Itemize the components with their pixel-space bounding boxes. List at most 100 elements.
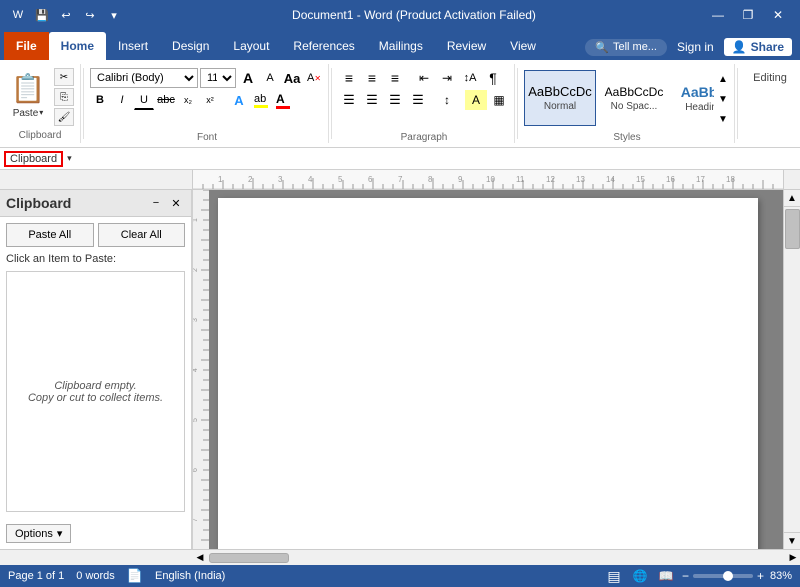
styles-expand[interactable]: ▼ [716, 110, 730, 128]
font-shrink-button[interactable]: A [260, 68, 280, 88]
scroll-right-button[interactable]: ▶ [786, 551, 800, 565]
print-layout-button[interactable]: ▤ [604, 567, 624, 585]
highlight-color-button[interactable]: ab [251, 90, 271, 110]
scroll-thumb[interactable] [785, 209, 800, 249]
cut-button[interactable]: ✂ [54, 68, 74, 86]
document-page[interactable] [218, 198, 758, 549]
font-grow-button[interactable]: A [238, 68, 258, 88]
paste-dropdown-arrow[interactable]: ▾ [39, 108, 43, 117]
borders-button[interactable]: ▦ [488, 90, 510, 110]
superscript-button[interactable]: x² [200, 90, 220, 110]
close-button[interactable]: ✕ [764, 1, 792, 29]
save-button[interactable]: 💾 [32, 5, 52, 25]
svg-text:1: 1 [193, 218, 199, 222]
word-count: 0 words [76, 570, 115, 582]
clipboard-ribbon-group: 📋 Paste ▾ ✂ ⎘ 🖌 Clipboard [0, 64, 81, 143]
sort-button[interactable]: ↕A [459, 68, 481, 88]
zoom-plus-icon[interactable]: + [757, 569, 764, 583]
minimize-button[interactable]: — [704, 1, 732, 29]
customize-quick-access[interactable]: ▾ [104, 5, 124, 25]
tab-file[interactable]: File [4, 32, 49, 60]
numbering-button[interactable]: ≡ [361, 68, 383, 88]
svg-text:7: 7 [398, 175, 403, 184]
strikethrough-button[interactable]: abc [156, 90, 176, 110]
main-area: Clipboard − ✕ Paste All Clear All Click … [0, 190, 800, 549]
bullets-button[interactable]: ≡ [338, 68, 360, 88]
language-info[interactable]: English (India) [155, 570, 225, 582]
undo-button[interactable]: ↩ [56, 5, 76, 25]
justify-button[interactable]: ☰ [407, 90, 429, 110]
align-left-button[interactable]: ☰ [338, 90, 360, 110]
clear-all-button[interactable]: Clear All [98, 223, 186, 247]
clipboard-sub-buttons: ✂ ⎘ 🖌 [54, 68, 74, 126]
style-no-space[interactable]: AaBbCcDc No Spac... [598, 70, 670, 126]
svg-text:1: 1 [218, 175, 223, 184]
shading-button[interactable]: A [465, 90, 487, 110]
panel-pin-button[interactable]: − [147, 194, 165, 212]
tab-view[interactable]: View [498, 32, 548, 60]
subscript-button[interactable]: x₂ [178, 90, 198, 110]
style-normal[interactable]: AaBbCcDc Normal [524, 70, 596, 126]
tab-home[interactable]: Home [49, 32, 106, 60]
svg-text:12: 12 [546, 175, 555, 184]
share-button[interactable]: 👤 Share [724, 38, 792, 56]
scroll-up-button[interactable]: ▲ [784, 190, 800, 207]
panel-title: Clipboard [6, 195, 71, 211]
show-formatting-button[interactable]: ¶ [482, 68, 504, 88]
clipboard-expand-icon[interactable]: ▾ [67, 153, 72, 164]
zoom-slider[interactable]: − + [682, 569, 764, 583]
tab-mailings[interactable]: Mailings [367, 32, 435, 60]
ribbon-right-controls: 🔍 Tell me... Sign in 👤 Share [585, 38, 800, 60]
zoom-minus-icon[interactable]: − [682, 569, 689, 583]
font-name-select[interactable]: Calibri (Body) [90, 68, 198, 88]
clear-formatting-button[interactable]: A✕ [304, 68, 324, 88]
web-layout-button[interactable]: 🌐 [630, 567, 650, 585]
document-canvas[interactable]: 1 2 3 4 5 6 7 [193, 190, 783, 549]
center-button[interactable]: ☰ [361, 90, 383, 110]
scroll-left-button[interactable]: ◀ [193, 551, 207, 565]
clipboard-section-label[interactable]: Clipboard [4, 151, 63, 167]
scroll-track[interactable] [784, 207, 800, 532]
styles-scroll-up[interactable]: ▲ [716, 70, 730, 88]
tab-design[interactable]: Design [160, 32, 221, 60]
paste-all-button[interactable]: Paste All [6, 223, 94, 247]
style-heading1[interactable]: AaBbCc Heading 1 [672, 70, 714, 126]
redo-button[interactable]: ↪ [80, 5, 100, 25]
maximize-button[interactable]: ❐ [734, 1, 762, 29]
change-case-button[interactable]: Aa [282, 68, 302, 88]
paste-button[interactable]: 📋 Paste ▾ [6, 66, 50, 121]
hscroll-thumb[interactable] [209, 553, 289, 563]
tab-review[interactable]: Review [435, 32, 498, 60]
panel-header: Clipboard − ✕ [0, 190, 191, 217]
bold-button[interactable]: B [90, 90, 110, 110]
format-painter-button[interactable]: 🖌 [54, 108, 74, 126]
sign-in-button[interactable]: Sign in [671, 38, 720, 56]
font-size-select[interactable]: 11 [200, 68, 236, 88]
panel-close-button[interactable]: ✕ [167, 194, 185, 212]
font-color-button[interactable]: A [273, 90, 293, 110]
zoom-thumb[interactable] [723, 571, 733, 581]
decrease-indent-button[interactable]: ⇤ [413, 68, 435, 88]
align-right-button[interactable]: ☰ [384, 90, 406, 110]
proofing-icon[interactable]: 📄 [127, 568, 143, 584]
tab-layout[interactable]: Layout [221, 32, 281, 60]
read-mode-button[interactable]: 📖 [656, 567, 676, 585]
tab-references[interactable]: References [281, 32, 366, 60]
paste-label: Paste [13, 108, 39, 119]
copy-button[interactable]: ⎘ [54, 88, 74, 106]
hscroll-track[interactable] [207, 551, 786, 565]
italic-button[interactable]: I [112, 90, 132, 110]
underline-button[interactable]: U [134, 90, 154, 110]
zoom-percent[interactable]: 83% [770, 570, 792, 582]
tell-me-button[interactable]: 🔍 Tell me... [585, 39, 667, 56]
line-spacing-button[interactable]: ↕ [436, 90, 458, 110]
ribbon-tabs: File Home Insert Design Layout Reference… [0, 30, 800, 60]
tab-insert[interactable]: Insert [106, 32, 160, 60]
zoom-track[interactable] [693, 574, 753, 578]
options-button[interactable]: Options ▾ [6, 524, 71, 543]
styles-scroll-down[interactable]: ▼ [716, 90, 730, 108]
increase-indent-button[interactable]: ⇥ [436, 68, 458, 88]
text-effects-button[interactable]: A [229, 90, 249, 110]
scroll-down-button[interactable]: ▼ [784, 532, 800, 549]
multilevel-list-button[interactable]: ≡ [384, 68, 406, 88]
